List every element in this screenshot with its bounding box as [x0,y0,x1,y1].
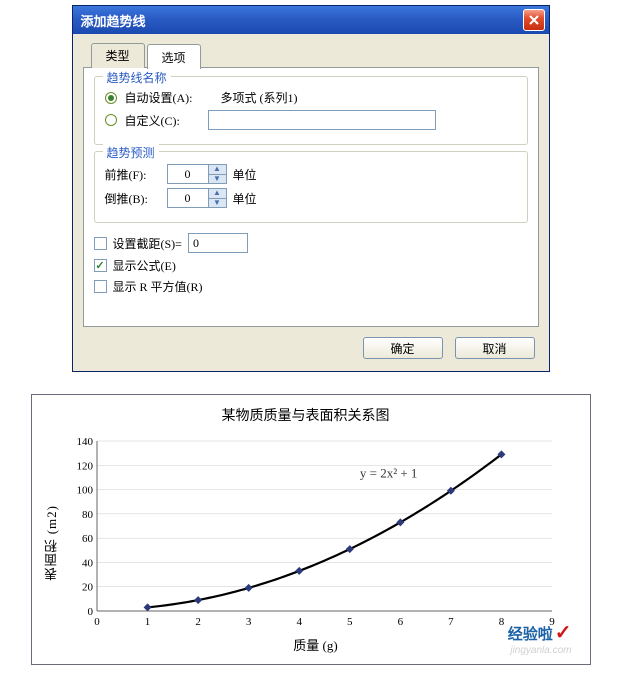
forward-spinner[interactable]: ▲ ▼ [167,164,227,184]
watermark: 经验啦✓ jingyanla.com [508,620,572,656]
radio-auto[interactable] [105,92,117,104]
dialog-title: 添加趋势线 [81,11,523,30]
dialog-buttons: 确定 取消 [83,337,539,359]
forecast-legend: 趋势预测 [103,144,159,161]
tab-options[interactable]: 选项 [147,44,201,69]
svg-text:6: 6 [397,616,403,628]
tabs: 类型 选项 [91,43,539,68]
svg-text:y = 2x² + 1: y = 2x² + 1 [359,465,417,480]
backward-input[interactable] [168,189,208,207]
watermark-brand: 经验啦 [508,626,553,643]
intercept-row: 设置截距(S)= [94,233,528,253]
radio-custom[interactable] [105,114,117,126]
svg-text:4: 4 [296,616,302,628]
dialog-body: 类型 选项 趋势线名称 自动设置(A): 多项式 (系列1) 自定义(C): [73,34,549,371]
custom-name-input[interactable] [208,110,436,130]
intercept-input[interactable] [188,233,248,253]
svg-text:3: 3 [245,616,251,628]
forward-label: 前推(F): [105,166,161,183]
svg-text:80: 80 [82,509,94,521]
spinner-down-icon[interactable]: ▼ [208,175,226,184]
forward-row: 前推(F): ▲ ▼ 单位 [105,164,517,184]
svg-text:120: 120 [76,460,93,472]
checkbox-intercept[interactable] [94,237,107,250]
svg-text:140: 140 [76,436,93,448]
svg-text:5: 5 [347,616,353,628]
close-button[interactable] [523,9,545,31]
chart-plot: 0204060801001201400123456789y = 2x² + 1 [62,431,562,631]
intercept-label: 设置截距(S)= [113,235,182,252]
chart-xlabel: 质量 (g) [62,635,570,654]
auto-label: 自动设置(A): [125,89,193,106]
svg-text:0: 0 [94,616,100,628]
forward-unit: 单位 [233,166,257,183]
chart-container: 某物质质量与表面积关系图 表面积 (m2) 020406080100120140… [31,394,591,665]
add-trendline-dialog: 添加趋势线 类型 选项 趋势线名称 自动设置(A): 多项式 (系列1) [72,5,550,372]
show-r2-label: 显示 R 平方值(R) [113,278,203,295]
check-icon: ✓ [555,622,572,644]
chart-ylabel: 表面积 (m2) [42,505,61,581]
options-checks: 设置截距(S)= ✓ 显示公式(E) 显示 R 平方值(R) [94,233,528,295]
backward-row: 倒推(B): ▲ ▼ 单位 [105,188,517,208]
checkbox-show-r2[interactable] [94,280,107,293]
svg-text:60: 60 [82,533,94,545]
svg-text:7: 7 [448,616,454,628]
show-r2-row: 显示 R 平方值(R) [94,278,528,295]
svg-text:40: 40 [82,557,94,569]
ok-button[interactable]: 确定 [363,337,443,359]
cancel-button[interactable]: 取消 [455,337,535,359]
forward-input[interactable] [168,165,208,183]
svg-text:100: 100 [76,485,93,497]
auto-desc: 多项式 (系列1) [221,89,298,106]
svg-text:1: 1 [144,616,150,628]
chart-title: 某物质质量与表面积关系图 [42,405,570,425]
svg-text:2: 2 [195,616,201,628]
show-eq-row: ✓ 显示公式(E) [94,257,528,274]
forecast-group: 趋势预测 前推(F): ▲ ▼ 单位 倒推(B): [94,151,528,223]
tab-type[interactable]: 类型 [91,43,145,68]
svg-text:20: 20 [82,582,94,594]
trendline-name-group: 趋势线名称 自动设置(A): 多项式 (系列1) 自定义(C): [94,76,528,145]
svg-text:8: 8 [498,616,504,628]
custom-label: 自定义(C): [125,112,180,129]
backward-spinner[interactable]: ▲ ▼ [167,188,227,208]
backward-unit: 单位 [233,190,257,207]
checkbox-show-eq[interactable]: ✓ [94,259,107,272]
spinner-down-icon[interactable]: ▼ [208,199,226,208]
watermark-url: jingyanla.com [508,645,572,656]
backward-label: 倒推(B): [105,190,161,207]
close-icon [529,15,539,25]
show-eq-label: 显示公式(E) [113,257,176,274]
tab-page-options: 趋势线名称 自动设置(A): 多项式 (系列1) 自定义(C): 趋势预测 前推… [83,67,539,327]
auto-row: 自动设置(A): 多项式 (系列1) [105,89,517,106]
titlebar: 添加趋势线 [73,6,549,34]
custom-row: 自定义(C): [105,110,517,130]
name-legend: 趋势线名称 [103,69,171,86]
svg-text:0: 0 [87,606,93,618]
